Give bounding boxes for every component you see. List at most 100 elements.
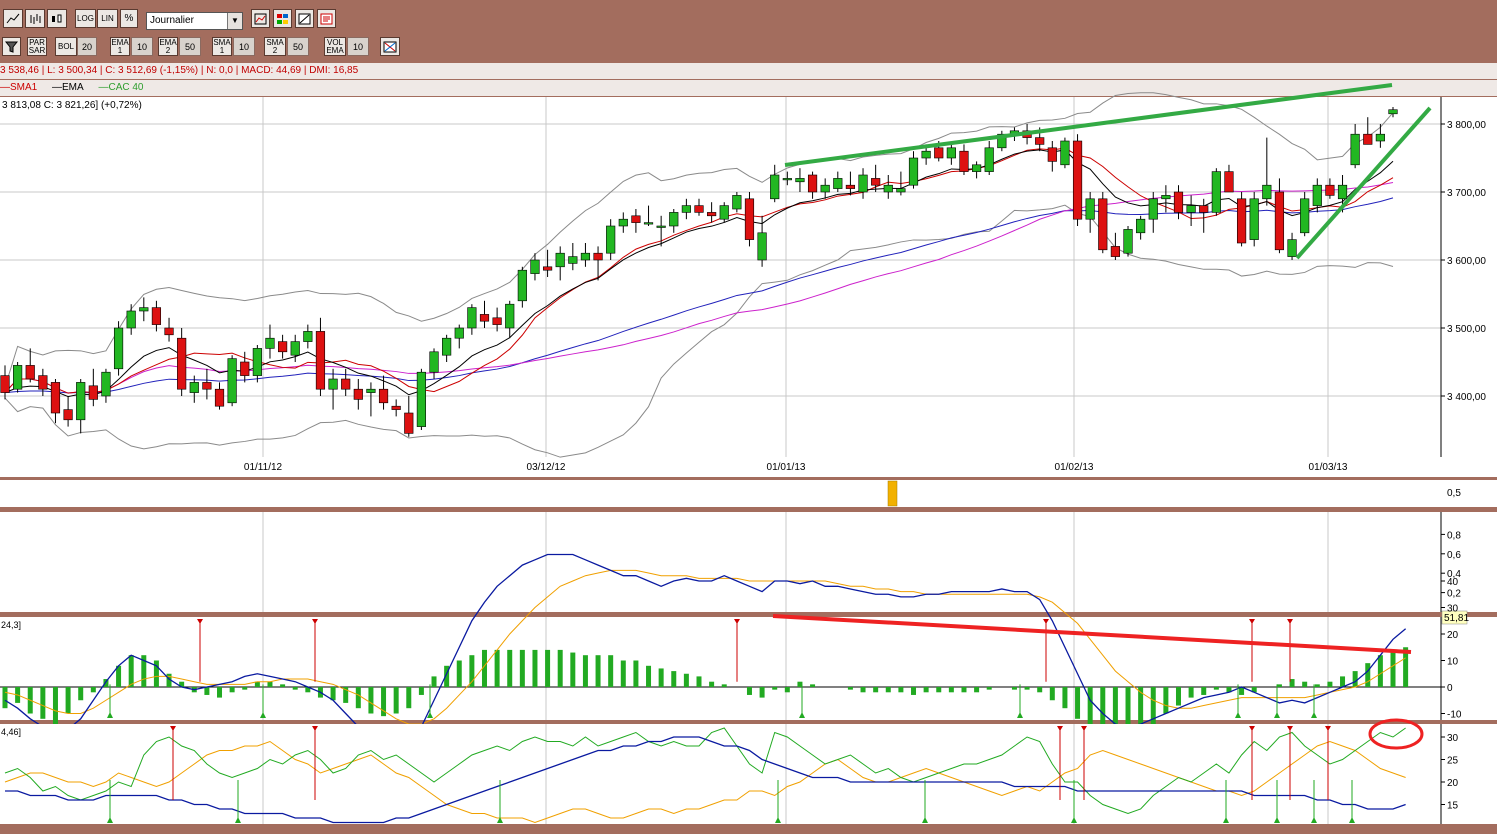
macd-histogram-bar bbox=[40, 687, 46, 719]
macd-histogram-bar bbox=[1075, 687, 1081, 719]
candle-body bbox=[871, 178, 881, 186]
candle-body bbox=[278, 341, 288, 353]
macd-histogram-bar bbox=[519, 649, 525, 687]
candle-body bbox=[896, 188, 906, 193]
dmi-y-label: 15 bbox=[1447, 801, 1459, 812]
macd-histogram-bar bbox=[885, 687, 891, 693]
candle-body bbox=[404, 412, 414, 434]
macd-histogram-bar bbox=[873, 687, 879, 693]
macd-histogram-bar bbox=[1340, 676, 1346, 687]
candle-body bbox=[252, 348, 262, 376]
price-readout: 3 813,08 C: 3 821,26] (+0,72%) bbox=[2, 100, 142, 111]
macd-histogram-bar bbox=[595, 655, 601, 687]
candle-body bbox=[845, 184, 856, 189]
candle-body bbox=[631, 215, 641, 223]
macd-histogram-bar bbox=[1163, 687, 1169, 714]
candle-body bbox=[1211, 171, 1221, 213]
candle-body bbox=[908, 157, 919, 186]
macd-histogram-bar bbox=[683, 673, 689, 687]
candle-body bbox=[240, 361, 250, 376]
macd-histogram-bar bbox=[847, 687, 853, 690]
date-axis bbox=[0, 457, 1497, 477]
macd-histogram-bar bbox=[507, 649, 513, 687]
dmi-y-label: 30 bbox=[1447, 733, 1459, 744]
candle-body bbox=[593, 252, 603, 261]
macd-histogram-bar bbox=[746, 687, 752, 695]
macd-histogram-bar bbox=[784, 687, 790, 693]
candle-body bbox=[1287, 239, 1297, 257]
candle-body bbox=[1072, 140, 1083, 220]
macd-histogram-bar bbox=[1377, 655, 1383, 687]
candle-body bbox=[1199, 205, 1209, 213]
macd-histogram-bar bbox=[948, 687, 954, 693]
candle-body bbox=[164, 327, 174, 336]
candle-body bbox=[202, 382, 212, 390]
candle-body bbox=[643, 222, 654, 225]
candle-body bbox=[353, 388, 363, 400]
date-x-label: 01/03/13 bbox=[1309, 462, 1348, 473]
candle-body bbox=[416, 371, 426, 427]
candle-body bbox=[707, 212, 717, 217]
macd-histogram-bar bbox=[128, 655, 134, 687]
candle-body bbox=[542, 266, 553, 271]
dmi-panel[interactable] bbox=[0, 724, 1441, 824]
macd-histogram-bar bbox=[431, 676, 437, 687]
candle-body bbox=[366, 388, 376, 393]
macd-histogram-bar bbox=[1062, 687, 1068, 709]
candle-body bbox=[1388, 109, 1398, 115]
macd-histogram-bar bbox=[608, 655, 614, 687]
candle-body bbox=[1375, 133, 1385, 142]
candle-body bbox=[1274, 191, 1285, 251]
candle-body bbox=[113, 327, 124, 370]
candle-body bbox=[530, 259, 540, 274]
macd-y-label: 20 bbox=[1447, 630, 1459, 641]
macd-histogram-bar bbox=[406, 687, 412, 709]
macd-histogram-bar bbox=[1175, 687, 1181, 706]
candle-body bbox=[1161, 195, 1171, 200]
macd-y-label: 10 bbox=[1447, 657, 1459, 668]
candle-body bbox=[744, 198, 755, 240]
candle-body bbox=[454, 327, 464, 339]
macd-histogram-bar bbox=[292, 687, 298, 690]
macd-histogram-bar bbox=[1024, 687, 1030, 690]
candle-body bbox=[76, 382, 86, 421]
macd-histogram-bar bbox=[709, 681, 715, 687]
macd-histogram-bar bbox=[1390, 649, 1396, 687]
candle-body bbox=[1136, 218, 1146, 234]
candle-body bbox=[505, 303, 515, 329]
volume-bar bbox=[887, 480, 898, 507]
macd-panel[interactable] bbox=[0, 617, 1441, 720]
candle-body bbox=[681, 205, 691, 213]
price-y-label: 3 800,00 bbox=[1447, 120, 1486, 131]
macd-histogram-bar bbox=[936, 687, 942, 693]
candle-body bbox=[442, 337, 452, 356]
candle-body bbox=[38, 375, 48, 390]
macd-histogram-bar bbox=[721, 684, 727, 687]
candle-body bbox=[101, 371, 111, 397]
candle-body bbox=[328, 378, 338, 390]
macd-histogram-bar bbox=[1213, 687, 1219, 690]
price-y-label: 3 700,00 bbox=[1447, 188, 1486, 199]
price-axis bbox=[1441, 97, 1497, 457]
candle-body bbox=[1350, 133, 1360, 166]
candle-body bbox=[1047, 147, 1057, 162]
candle-body bbox=[126, 310, 136, 329]
candle-body bbox=[946, 147, 956, 159]
dmi-header: 4,46] bbox=[1, 727, 21, 737]
candle-body bbox=[479, 314, 490, 322]
candle-body bbox=[858, 174, 868, 193]
date-x-label: 01/11/12 bbox=[244, 462, 283, 473]
candle-body bbox=[1312, 184, 1322, 206]
candle-body bbox=[1337, 184, 1348, 200]
macd-histogram-bar bbox=[90, 687, 96, 693]
oscillator-panel[interactable] bbox=[0, 512, 1441, 612]
chart-area[interactable]: 3 813,08 C: 3 821,26] (+0,72%) 3 800,00 3… bbox=[0, 0, 1497, 834]
macd-histogram-bar bbox=[355, 687, 361, 709]
volume-panel[interactable] bbox=[0, 480, 1441, 507]
candle-body bbox=[341, 378, 351, 390]
candle-body bbox=[757, 232, 767, 261]
candle-body bbox=[139, 307, 149, 312]
macd-histogram-bar bbox=[204, 687, 210, 695]
candle-body bbox=[795, 178, 805, 183]
macd-histogram-bar bbox=[456, 660, 462, 687]
